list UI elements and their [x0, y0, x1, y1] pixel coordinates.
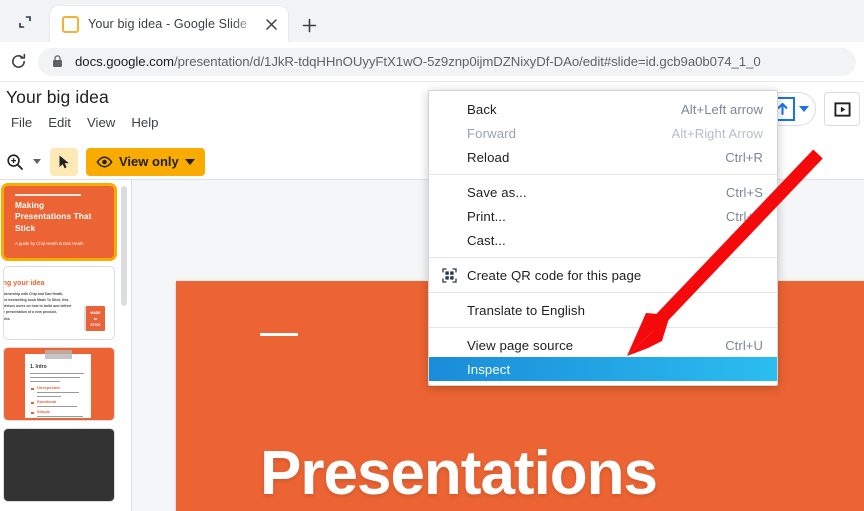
- menu-item-label: Translate to English: [467, 302, 586, 318]
- book-line-3: STICK: [90, 322, 101, 327]
- browser-tab[interactable]: Your big idea - Google Slide: [50, 6, 288, 42]
- menu-item-label: Reload: [467, 149, 510, 165]
- lock-icon: [52, 55, 66, 68]
- menu-item-label: Inspect: [467, 361, 511, 377]
- zoom-chevron-down-icon[interactable]: [28, 149, 46, 175]
- tape-decoration: [45, 350, 72, 359]
- context-menu-item-translate[interactable]: Translate to English: [429, 298, 777, 322]
- slides-favicon: [62, 15, 79, 33]
- filmstrip-scrollbar[interactable]: [121, 186, 127, 306]
- context-menu-item-create-qr-code[interactable]: Create QR code for this page: [429, 263, 777, 287]
- menu-separator: [429, 257, 777, 258]
- context-menu-item-view-page-source[interactable]: View page source Ctrl+U: [429, 333, 777, 357]
- context-menu-item-back[interactable]: Back Alt+Left arrow: [429, 97, 777, 121]
- menu-item-label: View page source: [467, 337, 574, 353]
- thumbnail-slide-4[interactable]: [4, 429, 114, 501]
- menu-separator: [429, 327, 777, 328]
- book-line-2: to: [93, 316, 98, 321]
- thumb-paper: 1. Intro Unexpected Emotional Simple: [25, 354, 91, 418]
- menu-item-label: Cast...: [467, 232, 506, 248]
- book-cover-image: MADE to STICK: [86, 306, 105, 331]
- context-menu-item-forward: Forward Alt+Right Arrow: [429, 121, 777, 145]
- menu-separator: [429, 174, 777, 175]
- browser-toolbar: docs.google.com/presentation/d/1JkR-tdqH…: [0, 42, 864, 82]
- new-tab-button[interactable]: [296, 12, 322, 38]
- select-cursor-icon[interactable]: [50, 147, 78, 176]
- slide-title: Presentations Stick: [260, 435, 864, 511]
- menu-separator: [429, 292, 777, 293]
- menu-item-label: Forward: [467, 125, 517, 141]
- menu-item-shortcut: Ctrl+U: [725, 337, 763, 353]
- menu-item-shortcut: Ctrl+S: [725, 184, 763, 200]
- menu-item-label: Save as...: [467, 184, 527, 200]
- slide-title-line-1: Presentations: [260, 439, 658, 508]
- url-text: docs.google.com/presentation/d/1JkR-tdqH…: [75, 54, 761, 69]
- context-menu-item-cast[interactable]: Cast...: [429, 228, 777, 252]
- menu-file[interactable]: File: [4, 112, 39, 133]
- close-icon[interactable]: [262, 15, 280, 33]
- thumb-subtitle: A guide by Chip Heath & Dan Heath: [15, 241, 84, 246]
- menu-help[interactable]: Help: [124, 112, 165, 133]
- menu-bar: File Edit View Help: [4, 112, 165, 133]
- thumb-rule: [15, 194, 81, 196]
- view-only-button[interactable]: View only: [86, 147, 205, 176]
- collapse-arrows-icon[interactable]: [12, 10, 38, 34]
- page-title[interactable]: Your big idea: [6, 87, 109, 108]
- view-only-label: View only: [119, 154, 179, 169]
- present-button[interactable]: [824, 92, 860, 126]
- thumbnail-slide-3[interactable]: 1. Intro Unexpected Emotional Simple: [4, 348, 114, 420]
- context-menu-item-inspect[interactable]: Inspect: [429, 357, 777, 381]
- qr-code-icon: [441, 267, 457, 283]
- url-domain: docs.google.com: [75, 54, 174, 69]
- menu-item-shortcut: Ctrl+R: [725, 149, 763, 165]
- tab-strip: Your big idea - Google Slide: [0, 0, 864, 42]
- thumbnail-slide-1[interactable]: Making Presentations That Stick A guide …: [4, 186, 114, 258]
- context-menu[interactable]: Back Alt+Left arrow Forward Alt+Right Ar…: [428, 90, 778, 386]
- thumb-title: Making Presentations That Stick: [15, 200, 92, 233]
- thumb-bullet-2: Emotional: [37, 399, 57, 404]
- thumbnail-slide-2[interactable]: ...ing your idea ...e partnership with C…: [4, 267, 114, 339]
- header-actions: [764, 92, 860, 126]
- context-menu-item-save-as[interactable]: Save as... Ctrl+S: [429, 180, 777, 204]
- context-menu-item-reload[interactable]: Reload Ctrl+R: [429, 145, 777, 169]
- thumb-heading: 1. Intro: [30, 364, 47, 370]
- menu-item-shortcut: Ctrl+P: [725, 208, 763, 224]
- thumb-body: ...e partnership with Chip and Dan Heath…: [4, 292, 72, 321]
- tab-title: Your big idea - Google Slide: [88, 17, 248, 31]
- view-only-chevron-down-icon[interactable]: [184, 158, 195, 165]
- slide-rule-decoration: [260, 333, 298, 336]
- browser-window: Your big idea - Google Slide docs.google…: [0, 0, 864, 511]
- menu-item-shortcut: Alt+Left arrow: [681, 101, 763, 117]
- menu-item-label: Print...: [467, 208, 506, 224]
- thumb-bullet-3: Simple: [37, 409, 51, 414]
- url-path: /presentation/d/1JkR-tdqHHnOUyyFtX1wO-5z…: [173, 54, 761, 69]
- menu-view[interactable]: View: [80, 112, 122, 133]
- address-bar[interactable]: docs.google.com/presentation/d/1JkR-tdqH…: [38, 47, 856, 76]
- menu-item-label: Create QR code for this page: [467, 267, 642, 283]
- menu-item-shortcut: Alt+Right Arrow: [671, 125, 763, 141]
- eye-icon: [96, 156, 113, 168]
- book-line-1: MADE: [90, 310, 101, 315]
- chevron-down-icon[interactable]: [799, 106, 809, 112]
- menu-edit[interactable]: Edit: [41, 112, 78, 133]
- slide-filmstrip[interactable]: Making Presentations That Stick A guide …: [0, 180, 132, 511]
- zoom-in-icon[interactable]: [2, 149, 28, 175]
- reload-icon[interactable]: [4, 48, 32, 76]
- thumb-bullet-1: Unexpected: [37, 385, 60, 390]
- menu-item-label: Back: [467, 101, 497, 117]
- thumb-title: ...ing your idea: [4, 280, 45, 287]
- context-menu-item-print[interactable]: Print... Ctrl+P: [429, 204, 777, 228]
